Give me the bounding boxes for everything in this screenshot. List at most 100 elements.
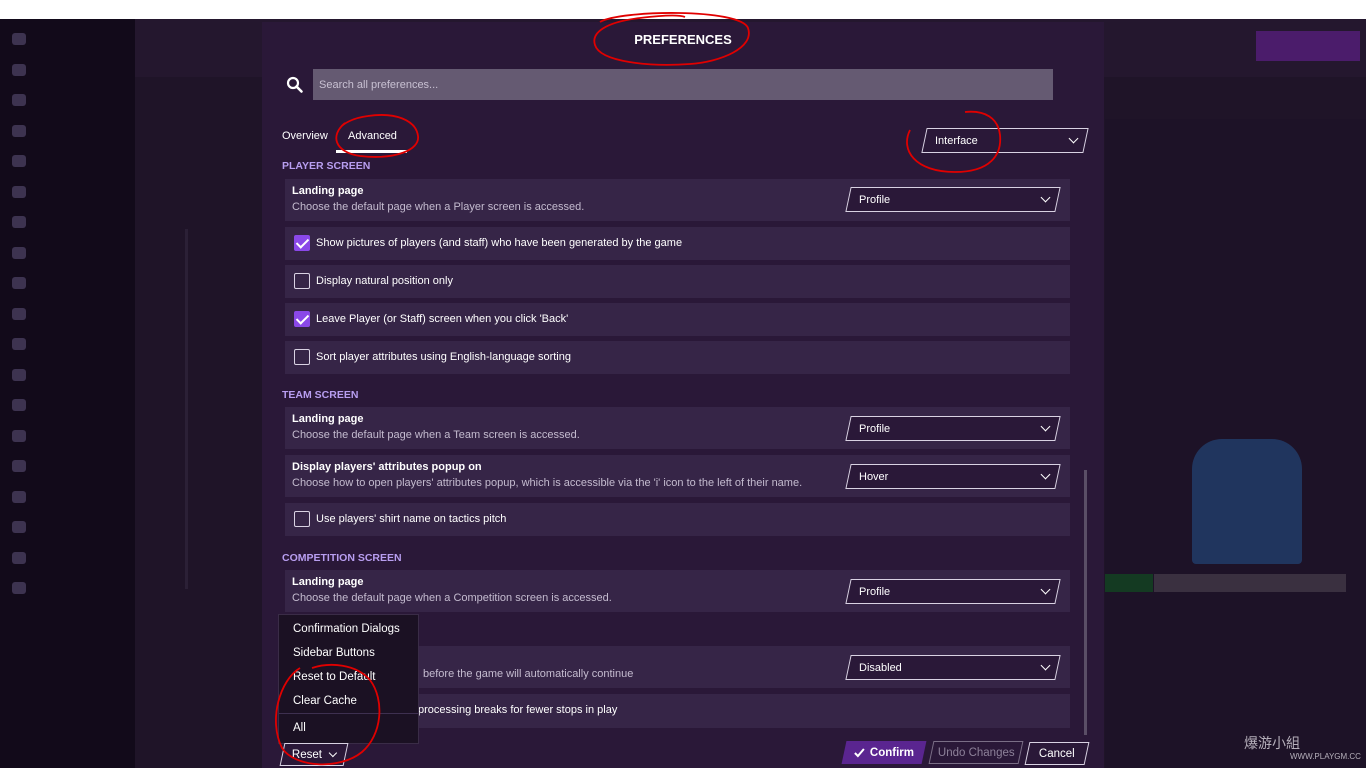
- sidebar-item: [0, 55, 135, 86]
- checkbox-unchecked[interactable]: [294, 349, 310, 365]
- dialog-title: PREFERENCES: [634, 32, 732, 47]
- menu-item-clear-cache[interactable]: Clear Cache: [293, 695, 357, 707]
- sidebar-icon: [12, 368, 26, 381]
- background-kit-image: [1192, 439, 1302, 564]
- setting-row-checkbox[interactable]: Sort player attributes using English-lan…: [285, 341, 1070, 374]
- search-input[interactable]: [313, 69, 1053, 100]
- sidebar-icon: [12, 490, 26, 503]
- chevron-down-icon: [1040, 584, 1051, 595]
- sidebar-icon: [12, 63, 26, 76]
- sidebar-icon: [12, 124, 26, 137]
- setting-description: Choose how to open players' attributes p…: [292, 477, 803, 489]
- sidebar-icon: [12, 33, 26, 46]
- scrollbar[interactable]: [1084, 470, 1087, 735]
- sidebar-item: [0, 543, 135, 574]
- sidebar-icon: [12, 399, 26, 412]
- setting-row-checkbox[interactable]: Show pictures of players (and staff) who…: [285, 227, 1070, 260]
- cancel-button[interactable]: Cancel: [1024, 742, 1090, 765]
- sidebar-icon: [12, 338, 26, 351]
- setting-description: before the game will automatically conti…: [423, 668, 634, 680]
- section-title-player-screen: PLAYER SCREEN: [282, 160, 371, 172]
- background-sidebar: [0, 19, 135, 768]
- sidebar-icon: [12, 277, 26, 290]
- checkbox-label: Use players' shirt name on tactics pitch: [316, 513, 507, 525]
- sidebar-item: [0, 24, 135, 55]
- checkbox-checked[interactable]: [294, 235, 310, 251]
- competition-landing-dropdown[interactable]: Profile: [845, 579, 1061, 604]
- menu-divider: [279, 713, 418, 714]
- chevron-down-icon: [1040, 469, 1051, 480]
- dropdown-value: Hover: [859, 470, 889, 483]
- setting-row-checkbox[interactable]: Use players' shirt name on tactics pitch: [285, 503, 1070, 536]
- chevron-down-icon: [1068, 133, 1079, 144]
- sidebar-icon: [12, 521, 26, 534]
- setting-title: Landing page: [292, 413, 364, 425]
- category-dropdown[interactable]: Interface: [921, 128, 1089, 153]
- sidebar-item: [0, 85, 135, 116]
- player-landing-dropdown[interactable]: Profile: [845, 187, 1061, 212]
- sidebar-item: [0, 146, 135, 177]
- menu-item-reset-to-default[interactable]: Reset to Default: [293, 671, 375, 683]
- dropdown-value: Disabled: [859, 661, 902, 674]
- section-title-competition-screen: COMPETITION SCREEN: [282, 552, 402, 564]
- confirm-button-label: Confirm: [869, 746, 915, 759]
- sidebar-icon: [12, 460, 26, 473]
- sidebar-item: [0, 451, 135, 482]
- dropdown-value: Profile: [859, 585, 891, 598]
- check-icon: [854, 747, 865, 757]
- sidebar-item: [0, 177, 135, 208]
- setting-description: Choose the default page when a Competiti…: [292, 592, 612, 604]
- attributes-popup-dropdown[interactable]: Hover: [845, 464, 1061, 489]
- checkbox-unchecked[interactable]: [294, 273, 310, 289]
- sidebar-icon: [12, 551, 26, 564]
- watermark-url: WWW.PLAYGM.CC: [1290, 752, 1361, 761]
- sidebar-icon: [12, 94, 26, 107]
- confirm-button[interactable]: Confirm: [841, 741, 927, 764]
- sidebar-item: [0, 390, 135, 421]
- setting-description: Choose the default page when a Player sc…: [292, 201, 585, 213]
- section-title-team-screen: TEAM SCREEN: [282, 389, 359, 401]
- active-tab-indicator: [336, 150, 407, 153]
- tab-advanced[interactable]: Advanced: [348, 130, 397, 142]
- sidebar-icon: [12, 307, 26, 320]
- watermark-text: 爆游小組: [1244, 735, 1300, 751]
- checkbox-label: processing breaks for fewer stops in pla…: [418, 704, 618, 716]
- chevron-down-icon: [1040, 421, 1051, 432]
- menu-item-sidebar-buttons[interactable]: Sidebar Buttons: [293, 647, 375, 659]
- sidebar-icon: [12, 246, 26, 259]
- sidebar-item: [0, 360, 135, 391]
- background-continue-button: [1256, 31, 1360, 61]
- sidebar-item: [0, 207, 135, 238]
- sidebar-icon: [12, 185, 26, 198]
- checkbox-checked[interactable]: [294, 311, 310, 327]
- setting-row-checkbox[interactable]: Display natural position only: [285, 265, 1070, 298]
- checkbox-label: Leave Player (or Staff) screen when you …: [316, 313, 569, 325]
- sidebar-icon: [12, 429, 26, 442]
- setting-title: Landing page: [292, 185, 364, 197]
- sidebar-item: [0, 329, 135, 360]
- category-dropdown-value: Interface: [935, 134, 978, 147]
- auto-continue-dropdown[interactable]: Disabled: [845, 655, 1061, 680]
- team-landing-dropdown[interactable]: Profile: [845, 416, 1061, 441]
- cancel-button-label: Cancel: [1039, 747, 1075, 760]
- sidebar-icon: [12, 582, 26, 595]
- checkbox-unchecked[interactable]: [294, 511, 310, 527]
- undo-button-label: Undo Changes: [937, 746, 1015, 759]
- chevron-down-icon: [1040, 192, 1051, 203]
- setting-row-checkbox[interactable]: Leave Player (or Staff) screen when you …: [285, 303, 1070, 336]
- tab-overview[interactable]: Overview: [282, 130, 328, 142]
- dropdown-value: Profile: [859, 422, 891, 435]
- menu-item-all[interactable]: All: [293, 722, 306, 734]
- sidebar-item: [0, 268, 135, 299]
- setting-title: Landing page: [292, 576, 364, 588]
- reset-button[interactable]: Reset: [279, 743, 349, 766]
- menu-item-confirmation-dialogs[interactable]: Confirmation Dialogs: [293, 623, 400, 635]
- chevron-down-icon: [1040, 660, 1051, 671]
- background-bar: [1154, 574, 1346, 592]
- sidebar-item: [0, 116, 135, 147]
- sidebar-item: [0, 299, 135, 330]
- checkbox-label: Display natural position only: [316, 275, 453, 287]
- reset-button-label: Reset: [291, 748, 323, 761]
- setting-title: Display players' attributes popup on: [292, 461, 482, 473]
- undo-changes-button[interactable]: Undo Changes: [928, 741, 1024, 764]
